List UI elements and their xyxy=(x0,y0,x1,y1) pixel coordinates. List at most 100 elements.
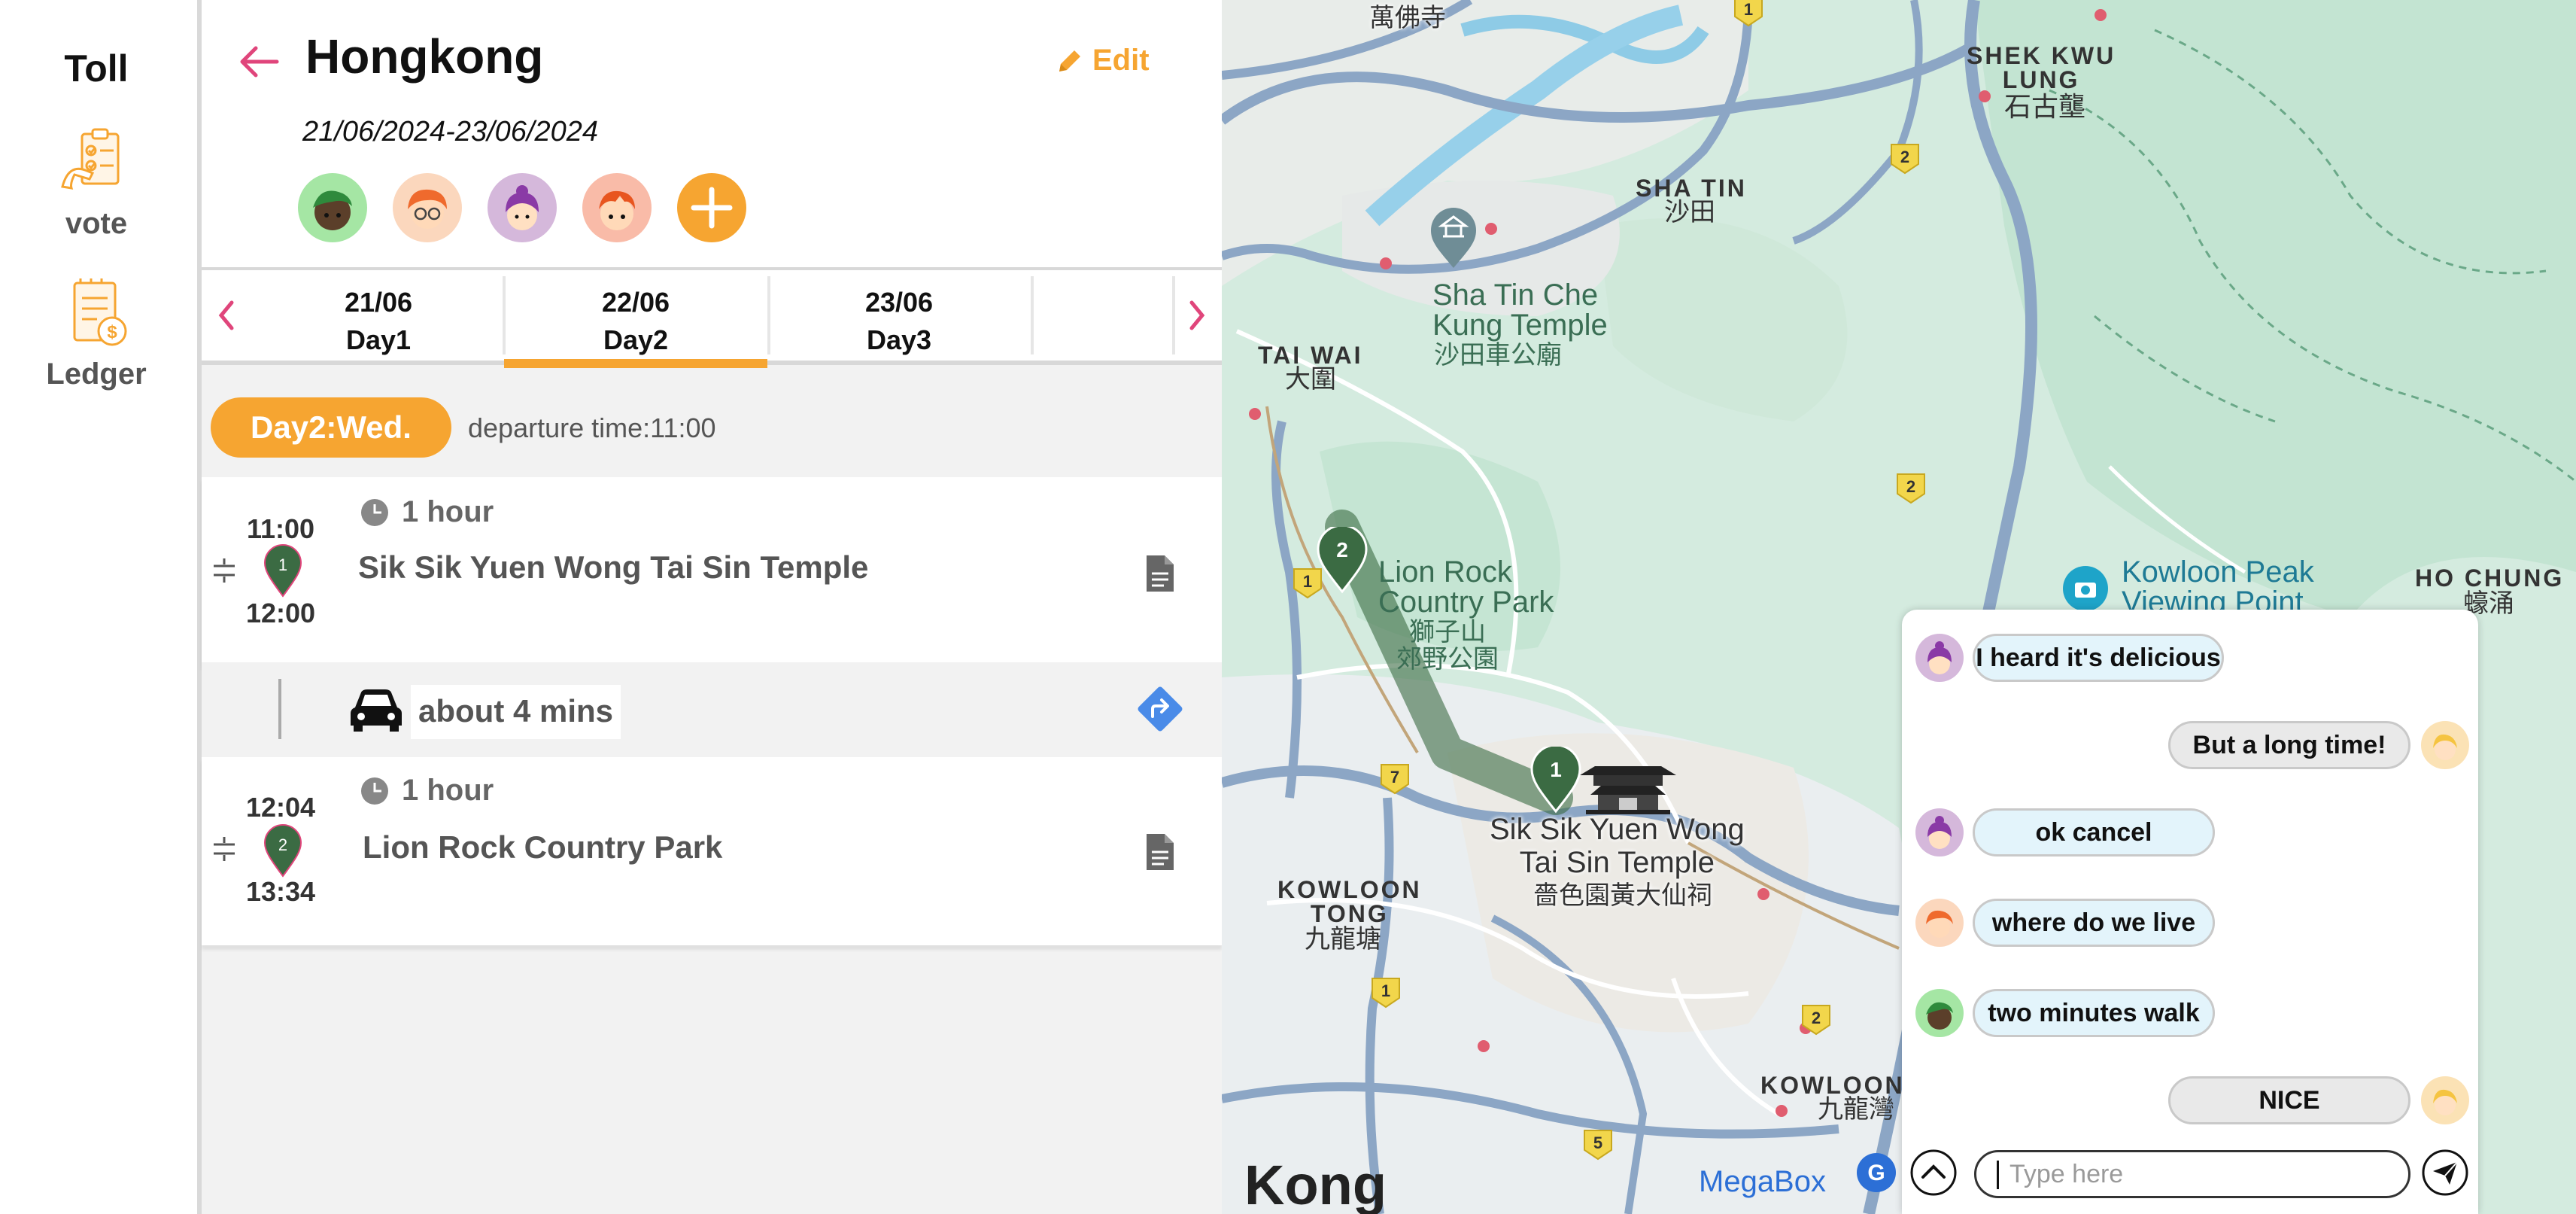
itinerary-panel: Hongkong Edit 21/06/2024-23/06/2024 21/0… xyxy=(202,0,1222,1214)
tabs-prev-button[interactable] xyxy=(208,270,245,361)
document-icon[interactable] xyxy=(1144,554,1177,593)
chat-avatar xyxy=(1915,634,1964,682)
chat-message: But a long time! xyxy=(2168,721,2410,769)
departure-time[interactable]: departure time:11:00 xyxy=(468,412,716,444)
app-sidebar: Toll vote $ Ledger xyxy=(0,0,202,1214)
svg-text:2: 2 xyxy=(1336,538,1348,561)
svg-text:2: 2 xyxy=(1900,148,1909,166)
tab-divider xyxy=(1172,276,1175,354)
drag-handle-icon[interactable] xyxy=(209,834,239,864)
svg-text:2: 2 xyxy=(278,835,287,854)
member-avatar[interactable] xyxy=(393,173,462,242)
green-avatar xyxy=(1926,1002,1953,1030)
ledger-money-icon: $ xyxy=(73,278,127,346)
chat-avatar xyxy=(2421,1076,2469,1124)
app-title: Toll xyxy=(64,47,129,90)
stop-end-time: 12:00 xyxy=(245,598,316,628)
svg-text:1: 1 xyxy=(278,555,287,574)
map-label-tai-wai-zh: 大圍 xyxy=(1285,365,1336,394)
duration-label: 1 hour xyxy=(402,495,494,528)
map-label-wong-tai-sin-temple: Sik Sik Yuen Wong Tai Sin Temple xyxy=(1490,813,1745,879)
edit-button[interactable]: Edit xyxy=(1055,44,1150,78)
clock-icon xyxy=(361,498,388,526)
stop-name: Sik Sik Yuen Wong Tai Sin Temple xyxy=(358,549,869,585)
map-label-lion-rock: Lion Rock Country Park xyxy=(1378,555,1554,619)
chat-avatar xyxy=(1915,989,1964,1037)
day-tabs: 21/06 Day1 22/06 Day2 23/06 Day3 xyxy=(202,267,1222,368)
member-avatar[interactable] xyxy=(488,173,557,242)
map-label-kowloon-peak: Kowloon Peak Viewing Point xyxy=(2122,555,2314,619)
trip-title: Hongkong xyxy=(305,29,544,84)
svg-text:7: 7 xyxy=(1390,768,1399,787)
text-caret xyxy=(1997,1161,1999,1189)
svg-text:5: 5 xyxy=(1593,1133,1602,1152)
map-pin-icon: 2 xyxy=(263,824,302,878)
blonde-avatar xyxy=(2433,1089,2457,1115)
orange-hair-avatar xyxy=(1926,910,1953,938)
tab-day: Day2 xyxy=(603,324,669,355)
sidebar-item-label: Ledger xyxy=(46,358,147,391)
tab-day3[interactable]: 23/06 Day3 xyxy=(767,284,1031,359)
member-avatar[interactable] xyxy=(298,173,367,242)
chat-avatar xyxy=(2421,721,2469,769)
send-icon[interactable] xyxy=(2421,1149,2469,1197)
itinerary-stop-2[interactable]: 12:04 2 13:34 1 hour Lion Rock Country P… xyxy=(202,757,1222,945)
stop-duration: 1 hour xyxy=(360,495,494,529)
tab-day: Day1 xyxy=(345,324,412,355)
tab-day1[interactable]: 21/06 Day1 xyxy=(247,284,510,359)
chevron-up-icon[interactable] xyxy=(1909,1149,1958,1197)
chat-message: where do we live xyxy=(1973,899,2215,947)
itinerary-stop-1[interactable]: 11:00 1 12:00 1 hour Sik Sik Yuen Wong T… xyxy=(202,477,1222,665)
add-member-button[interactable] xyxy=(677,173,746,242)
member-avatar[interactable] xyxy=(582,173,652,242)
map-label-shek-kwu-lung-zh: 石古壟 xyxy=(2004,91,2086,122)
transit-segment: about 4 mins xyxy=(202,662,1222,756)
tab-day2[interactable]: 22/06 Day2 xyxy=(504,284,767,368)
map-label-sha-tin: SHA TIN xyxy=(1636,175,1747,202)
stop-duration: 1 hour xyxy=(360,774,494,808)
tab-date: 23/06 xyxy=(864,287,934,318)
member-green-avatar xyxy=(313,190,352,230)
map-label-man-fat-sze: 萬佛寺 xyxy=(1369,4,1446,32)
chat-avatar xyxy=(1915,808,1964,856)
chevron-right-icon xyxy=(1189,300,1205,330)
svg-text:$: $ xyxy=(107,322,117,342)
sidebar-item-vote[interactable]: vote xyxy=(0,126,193,241)
pencil-icon xyxy=(1059,50,1080,72)
map-label-shek-kwu-lung: SHEK KWU LUNG xyxy=(1967,42,2116,93)
map-pin-icon: 1 xyxy=(263,544,302,598)
trip-dates: 21/06/2024-23/06/2024 xyxy=(302,116,599,148)
purple-hair-avatar xyxy=(1927,816,1952,849)
sidebar-item-ledger[interactable]: $ Ledger xyxy=(0,277,193,391)
map-label-ho-chung: HO CHUNG xyxy=(2415,564,2565,592)
chat-message: ok cancel xyxy=(1973,808,2215,856)
vote-checklist-icon xyxy=(61,128,120,190)
drag-handle-icon[interactable] xyxy=(209,555,239,586)
plus-icon xyxy=(691,187,733,229)
map-marker-2[interactable]: 2 xyxy=(1312,527,1372,595)
map-marker-1[interactable]: 1 xyxy=(1526,747,1586,814)
map-label-tai-wai: TAI WAI xyxy=(1258,342,1363,369)
chat-input[interactable] xyxy=(1974,1150,2410,1198)
day-label-pill[interactable]: Day2:Wed. xyxy=(211,397,451,458)
chat-message: two minutes walk xyxy=(1973,989,2215,1037)
clock-icon xyxy=(361,777,388,805)
svg-text:1: 1 xyxy=(1744,0,1753,19)
svg-text:1: 1 xyxy=(1550,758,1562,781)
transit-duration: about 4 mins xyxy=(411,685,621,739)
document-icon[interactable] xyxy=(1144,832,1177,872)
sidebar-item-label: vote xyxy=(65,207,128,240)
chevron-left-icon xyxy=(218,300,234,330)
stop-start-time: 11:00 xyxy=(246,513,315,544)
back-arrow-icon[interactable] xyxy=(235,38,283,86)
map-label-kowloon: KOWLOON xyxy=(1760,1072,1905,1099)
map-label-kowloon-tong-zh: 九龍塘 xyxy=(1305,925,1381,954)
car-icon xyxy=(351,689,402,732)
directions-icon[interactable] xyxy=(1135,683,1186,735)
tabs-next-button[interactable] xyxy=(1178,270,1216,361)
map-label-che-kung-temple-zh: 沙田車公廟 xyxy=(1434,341,1562,370)
member-orange-glasses-avatar xyxy=(408,189,447,229)
chat-message: I heard it's delicious xyxy=(1973,634,2224,682)
stop-name: Lion Rock Country Park xyxy=(363,829,723,865)
stop-start-time: 12:04 xyxy=(245,792,316,823)
